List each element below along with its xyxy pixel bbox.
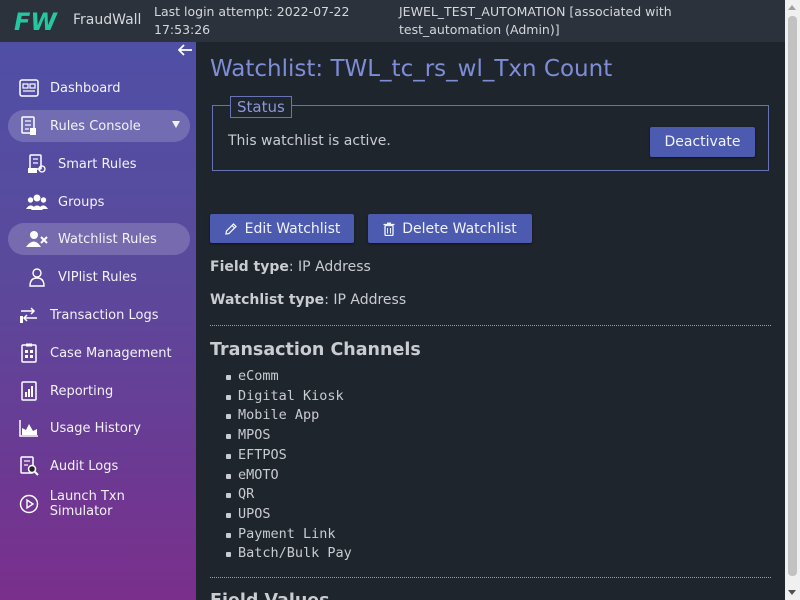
list-item: eComm xyxy=(224,367,352,387)
rules-console-icon xyxy=(18,115,40,137)
scrollbar-thumb[interactable] xyxy=(788,16,797,576)
sidebar-item-viplist-rules[interactable]: VIPlist Rules xyxy=(8,261,190,293)
smart-rules-icon xyxy=(26,153,48,175)
list-item: EFTPOS xyxy=(224,446,352,466)
sidebar-item-groups[interactable]: Groups xyxy=(8,186,190,218)
transaction-logs-icon xyxy=(18,304,40,326)
edit-watchlist-label: Edit Watchlist xyxy=(244,220,341,237)
user-line-1: JEWEL_TEST_AUTOMATION [associated with xyxy=(399,4,672,19)
field-type-row: Field type: IP Address xyxy=(210,259,371,275)
sidebar: Dashboard Rules Console Smart Rules Grou… xyxy=(0,42,196,600)
sidebar-item-label: Reporting xyxy=(50,383,114,399)
fraudwall-logo[interactable]: FW xyxy=(14,8,60,34)
viplist-icon xyxy=(26,266,48,288)
transaction-channels-heading: Transaction Channels xyxy=(210,340,421,360)
sidebar-item-smart-rules[interactable]: Smart Rules xyxy=(8,148,190,180)
sidebar-item-rules-console[interactable]: Rules Console xyxy=(8,110,190,142)
launch-simulator-icon xyxy=(18,493,40,515)
page-title: Watchlist: TWL_tc_rs_wl_Txn Count xyxy=(210,56,613,82)
brand-name: FraudWall xyxy=(73,12,142,28)
sidebar-item-label: Launch Txn Simulator xyxy=(49,489,125,519)
sidebar-item-label: Rules Console xyxy=(50,118,141,134)
list-item: Digital Kiosk xyxy=(224,387,352,407)
sidebar-item-label: Watchlist Rules xyxy=(58,231,157,247)
chevron-down-icon[interactable] xyxy=(172,121,180,128)
field-values-heading: Field Values xyxy=(210,591,330,600)
list-item: QR xyxy=(224,485,352,505)
watchlist-type-value: : IP Address xyxy=(324,292,407,308)
dashboard-icon xyxy=(18,77,40,99)
sidebar-item-case-management[interactable]: Case Management xyxy=(8,337,190,369)
watchlist-type-row: Watchlist type: IP Address xyxy=(210,292,406,308)
list-item: Payment Link xyxy=(224,525,352,545)
transaction-channels-list: eComm Digital Kiosk Mobile App MPOS EFTP… xyxy=(224,367,352,564)
user-info: JEWEL_TEST_AUTOMATION [associated with t… xyxy=(399,3,729,39)
audit-logs-icon xyxy=(18,455,40,477)
list-item: MPOS xyxy=(224,426,352,446)
sidebar-item-label: Audit Logs xyxy=(50,458,119,474)
sidebar-item-transaction-logs[interactable]: Transaction Logs xyxy=(8,299,190,331)
main-content: Watchlist: TWL_tc_rs_wl_Txn Count Status… xyxy=(196,42,785,600)
sidebar-item-label: Transaction Logs xyxy=(50,307,159,323)
deactivate-button[interactable]: Deactivate xyxy=(650,127,755,157)
edit-watchlist-button[interactable]: Edit Watchlist xyxy=(210,214,354,243)
list-item: Mobile App xyxy=(224,406,352,426)
groups-icon xyxy=(26,191,48,213)
sidebar-item-usage-history[interactable]: Usage History xyxy=(8,412,190,444)
status-legend: Status xyxy=(230,96,292,118)
sidebar-item-label: Case Management xyxy=(50,345,172,361)
watchlist-icon xyxy=(26,228,48,250)
field-type-value: : IP Address xyxy=(288,259,371,275)
sidebar-item-label: Smart Rules xyxy=(58,156,137,172)
divider xyxy=(210,325,771,326)
delete-watchlist-label: Delete Watchlist xyxy=(402,220,517,237)
sidebar-item-label: VIPlist Rules xyxy=(58,269,137,285)
user-line-2: test_automation (Admin)] xyxy=(399,22,560,37)
field-type-label: Field type xyxy=(210,259,289,275)
last-login-info: Last login attempt: 2022-07-22 17:53:26 xyxy=(154,3,379,39)
reporting-icon xyxy=(18,380,40,402)
sidebar-item-reporting[interactable]: Reporting xyxy=(8,375,190,407)
list-item: UPOS xyxy=(224,505,352,525)
list-item: eMOTO xyxy=(224,466,352,486)
status-text: This watchlist is active. xyxy=(228,133,391,149)
top-bar: FW FraudWall Last login attempt: 2022-07… xyxy=(0,0,785,42)
watchlist-type-label: Watchlist type xyxy=(210,292,325,308)
scroll-down-icon[interactable] xyxy=(788,590,796,595)
sidebar-item-launch-txn-simulator[interactable]: Launch Txn Simulator xyxy=(8,488,190,520)
sidebar-item-dashboard[interactable]: Dashboard xyxy=(8,72,190,104)
delete-watchlist-button[interactable]: Delete Watchlist xyxy=(368,214,532,243)
sidebar-item-label: Groups xyxy=(58,194,105,210)
scroll-up-icon[interactable] xyxy=(788,5,796,10)
deactivate-label: Deactivate xyxy=(664,134,741,150)
page-scrollbar[interactable] xyxy=(785,0,800,600)
status-fieldset: Status This watchlist is active. Deactiv… xyxy=(212,96,769,171)
case-management-icon xyxy=(18,342,40,364)
list-item: Batch/Bulk Pay xyxy=(224,544,352,564)
trash-icon xyxy=(383,222,395,236)
last-login-line-1: Last login attempt: 2022-07-22 xyxy=(154,4,350,19)
divider xyxy=(210,577,771,578)
usage-history-icon xyxy=(18,417,40,439)
sidebar-item-audit-logs[interactable]: Audit Logs xyxy=(8,450,190,482)
last-login-line-2: 17:53:26 xyxy=(154,22,211,37)
pencil-icon xyxy=(224,222,238,236)
sidebar-item-label: Usage History xyxy=(50,420,141,436)
collapse-arrow-icon[interactable] xyxy=(177,43,193,57)
sidebar-item-watchlist-rules[interactable]: Watchlist Rules xyxy=(8,223,190,255)
sidebar-item-label: Dashboard xyxy=(50,80,121,96)
svg-text:FW: FW xyxy=(14,8,58,34)
